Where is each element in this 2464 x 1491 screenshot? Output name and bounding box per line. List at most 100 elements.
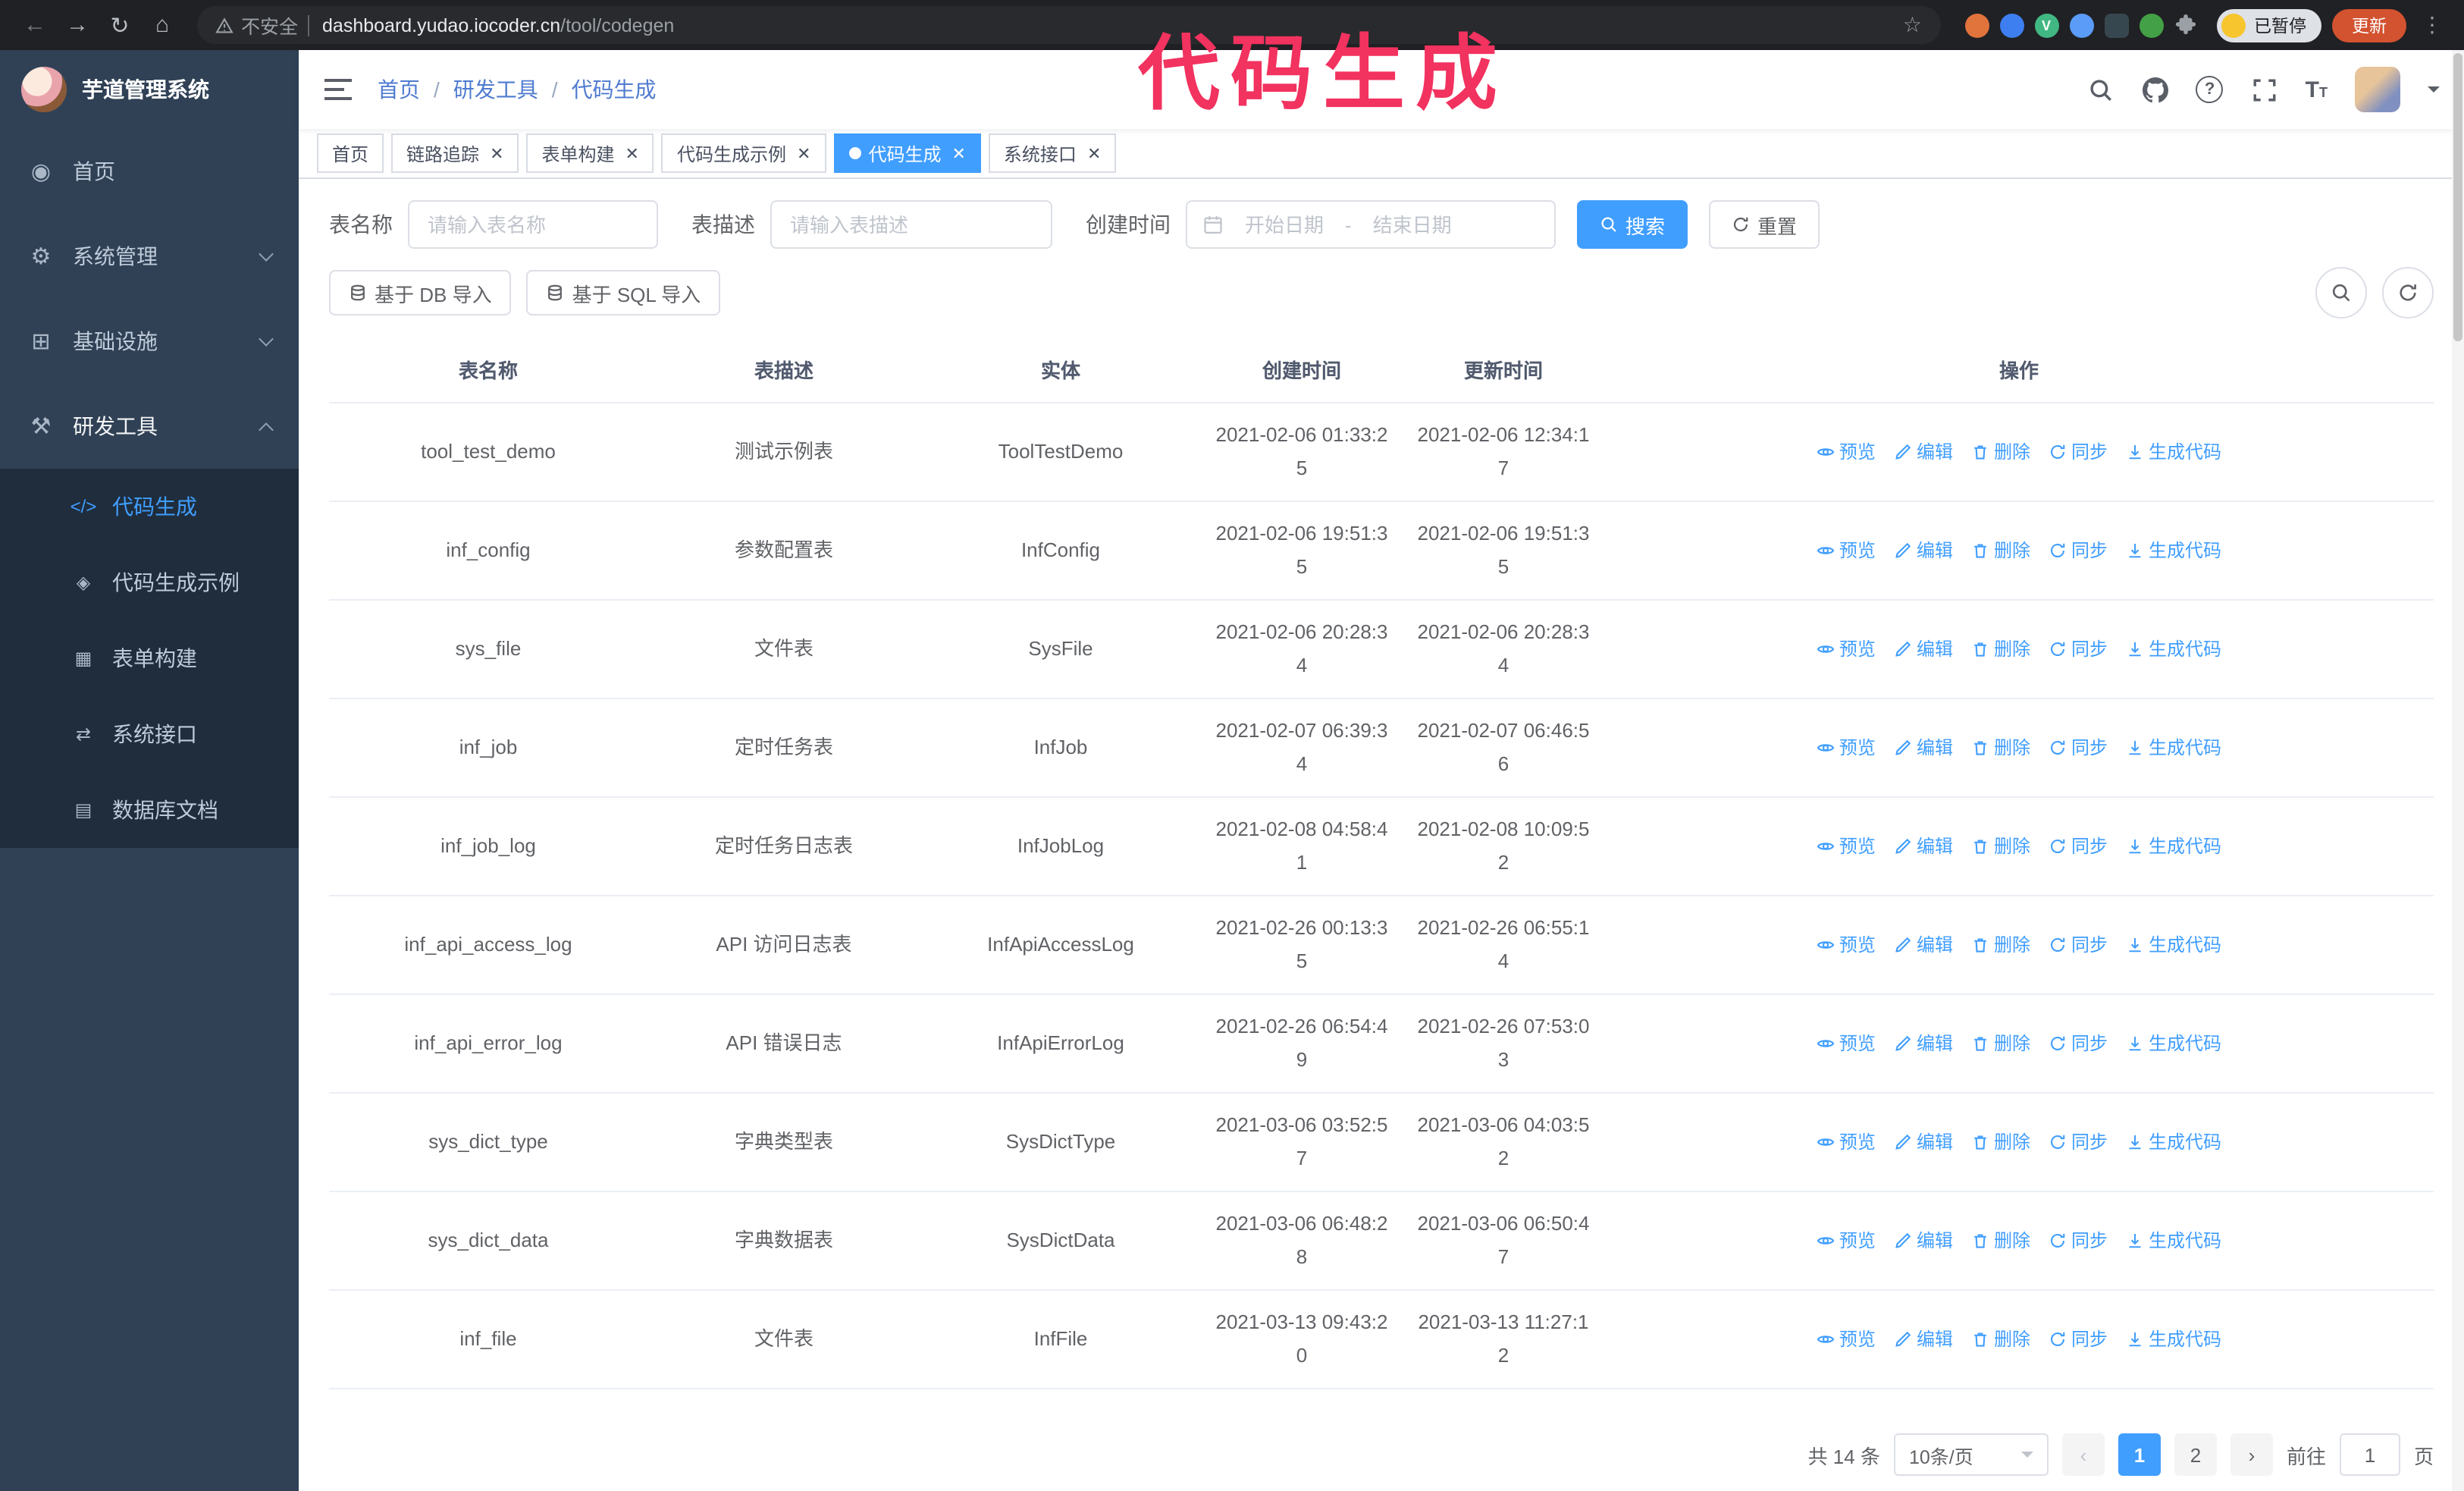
profile-paused-badge[interactable]: 已暂停: [2216, 8, 2321, 42]
search-icon[interactable]: [2087, 76, 2114, 103]
sidebar-item-system[interactable]: ⚙ 系统管理: [0, 214, 299, 299]
font-size-icon[interactable]: TT: [2306, 77, 2328, 102]
page-button-2[interactable]: 2: [2174, 1433, 2217, 1476]
sidebar-item-form-builder[interactable]: ▦ 表单构建: [0, 620, 299, 696]
action-generate[interactable]: 生成代码: [2126, 534, 2221, 567]
action-generate[interactable]: 生成代码: [2126, 1027, 2221, 1060]
breadcrumb-devtools[interactable]: 研发工具: [453, 74, 538, 105]
table-desc-input[interactable]: [787, 212, 1036, 237]
action-delete[interactable]: 删除: [1971, 928, 2030, 962]
tab-home[interactable]: 首页: [317, 133, 384, 173]
extension-icon[interactable]: [2139, 13, 2163, 37]
date-end-input[interactable]: [1360, 212, 1464, 237]
sidebar-item-system-api[interactable]: ⇄ 系统接口: [0, 696, 299, 772]
action-sync[interactable]: 同步: [2049, 534, 2108, 567]
action-delete[interactable]: 删除: [1971, 731, 2030, 764]
action-delete[interactable]: 删除: [1971, 1027, 2030, 1060]
page-size-select[interactable]: 10条/页: [1893, 1433, 2049, 1476]
action-edit[interactable]: 编辑: [1894, 1027, 1953, 1060]
action-delete[interactable]: 删除: [1971, 632, 2030, 666]
action-edit[interactable]: 编辑: [1894, 1125, 1953, 1159]
tab-form-builder[interactable]: 表单构建 ✕: [526, 133, 654, 173]
action-edit[interactable]: 编辑: [1894, 928, 1953, 962]
extension-icon[interactable]: [1999, 13, 2024, 37]
sidebar-item-codegen[interactable]: </> 代码生成: [0, 469, 299, 545]
action-sync[interactable]: 同步: [2049, 1224, 2108, 1257]
reset-button[interactable]: 重置: [1709, 200, 1820, 249]
url-bar[interactable]: 不安全 dashboard.yudao.iocoder.cn /tool/cod…: [197, 6, 1940, 44]
close-icon[interactable]: ✕: [1087, 143, 1101, 163]
action-edit[interactable]: 编辑: [1894, 534, 1953, 567]
action-preview[interactable]: 预览: [1817, 1027, 1876, 1060]
action-delete[interactable]: 删除: [1971, 830, 2030, 863]
reload-icon[interactable]: ↻: [100, 5, 140, 45]
action-delete[interactable]: 删除: [1971, 1323, 2030, 1356]
close-icon[interactable]: ✕: [490, 143, 503, 163]
date-range-picker[interactable]: -: [1186, 200, 1556, 249]
action-generate[interactable]: 生成代码: [2126, 632, 2221, 666]
extensions-puzzle-icon[interactable]: [2174, 14, 2196, 36]
home-icon[interactable]: ⌂: [143, 5, 182, 45]
import-db-button[interactable]: 基于 DB 导入: [329, 270, 512, 315]
action-sync[interactable]: 同步: [2049, 1125, 2108, 1159]
action-preview[interactable]: 预览: [1817, 1224, 1876, 1257]
action-preview[interactable]: 预览: [1817, 632, 1876, 666]
action-sync[interactable]: 同步: [2049, 928, 2108, 962]
action-preview[interactable]: 预览: [1817, 1125, 1876, 1159]
search-button[interactable]: 搜索: [1577, 200, 1688, 249]
action-generate[interactable]: 生成代码: [2126, 830, 2221, 863]
help-icon[interactable]: ?: [2196, 76, 2224, 103]
action-generate[interactable]: 生成代码: [2126, 1224, 2221, 1257]
breadcrumb-home[interactable]: 首页: [378, 74, 420, 105]
fullscreen-icon[interactable]: [2251, 76, 2278, 103]
close-icon[interactable]: ✕: [797, 143, 810, 163]
github-icon[interactable]: [2142, 76, 2169, 103]
vue-devtools-extension-icon[interactable]: V: [2034, 13, 2058, 37]
action-edit[interactable]: 编辑: [1894, 1224, 1953, 1257]
import-sql-button[interactable]: 基于 SQL 导入: [526, 270, 721, 315]
action-preview[interactable]: 预览: [1817, 928, 1876, 962]
action-sync[interactable]: 同步: [2049, 435, 2108, 469]
caret-down-icon[interactable]: [2428, 86, 2440, 98]
action-preview[interactable]: 预览: [1817, 1323, 1876, 1356]
close-icon[interactable]: ✕: [625, 143, 639, 163]
forward-icon[interactable]: →: [58, 5, 97, 45]
page-scrollbar[interactable]: [2452, 50, 2464, 1491]
sidebar-item-infrastructure[interactable]: ⊞ 基础设施: [0, 299, 299, 384]
action-preview[interactable]: 预览: [1817, 435, 1876, 469]
sidebar-item-devtools[interactable]: ⚒ 研发工具: [0, 384, 299, 469]
action-edit[interactable]: 编辑: [1894, 1323, 1953, 1356]
table-name-input[interactable]: [425, 212, 641, 237]
action-generate[interactable]: 生成代码: [2126, 435, 2221, 469]
date-start-input[interactable]: [1233, 212, 1336, 237]
sidebar-item-home[interactable]: ◉ 首页: [0, 129, 299, 214]
action-sync[interactable]: 同步: [2049, 632, 2108, 666]
sidebar-item-db-doc[interactable]: ▤ 数据库文档: [0, 772, 299, 848]
tab-codegen-example[interactable]: 代码生成示例 ✕: [661, 133, 826, 173]
action-edit[interactable]: 编辑: [1894, 632, 1953, 666]
action-delete[interactable]: 删除: [1971, 1125, 2030, 1159]
next-page-button[interactable]: ›: [2230, 1433, 2273, 1476]
user-avatar[interactable]: [2355, 67, 2400, 112]
bookmark-star-icon[interactable]: ☆: [1903, 12, 1922, 38]
hamburger-icon[interactable]: [323, 77, 353, 102]
tab-codegen[interactable]: 代码生成 ✕: [833, 133, 981, 173]
goto-page-input[interactable]: [2339, 1433, 2400, 1476]
close-icon[interactable]: ✕: [951, 143, 965, 163]
action-sync[interactable]: 同步: [2049, 731, 2108, 764]
action-preview[interactable]: 预览: [1817, 534, 1876, 567]
action-edit[interactable]: 编辑: [1894, 435, 1953, 469]
action-preview[interactable]: 预览: [1817, 830, 1876, 863]
action-edit[interactable]: 编辑: [1894, 830, 1953, 863]
tab-tracing[interactable]: 链路追踪 ✕: [391, 133, 519, 173]
action-generate[interactable]: 生成代码: [2126, 928, 2221, 962]
extension-icon[interactable]: [1964, 13, 1989, 37]
extension-icon[interactable]: [2104, 13, 2128, 37]
action-preview[interactable]: 预览: [1817, 731, 1876, 764]
sidebar-item-codegen-example[interactable]: ◈ 代码生成示例: [0, 545, 299, 620]
scrollbar-thumb[interactable]: [2453, 53, 2462, 341]
browser-update-button[interactable]: 更新: [2332, 8, 2406, 42]
kebab-menu-icon[interactable]: ⋮: [2415, 12, 2449, 38]
tab-system-api[interactable]: 系统接口 ✕: [988, 133, 1117, 173]
action-generate[interactable]: 生成代码: [2126, 1125, 2221, 1159]
